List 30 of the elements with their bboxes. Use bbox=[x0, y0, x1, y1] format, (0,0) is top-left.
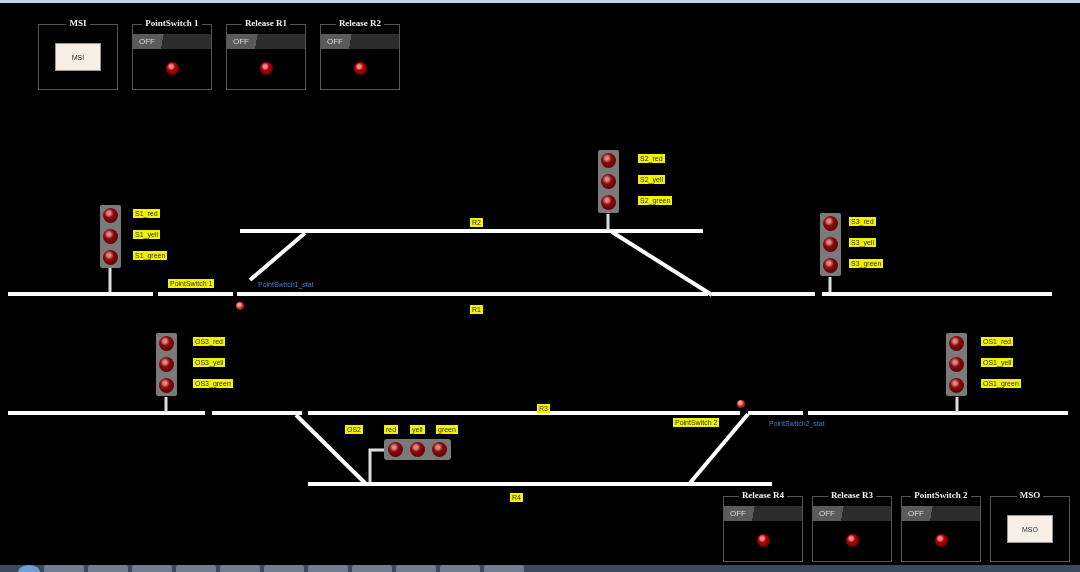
signal-post bbox=[164, 397, 168, 412]
panel-title: Release R2 bbox=[335, 18, 385, 28]
taskbar-button[interactable] bbox=[88, 565, 128, 572]
toggle-switch[interactable]: OFF bbox=[813, 506, 891, 521]
taskbar-button[interactable] bbox=[484, 565, 524, 572]
signal-post bbox=[108, 268, 112, 293]
taskbar-button[interactable] bbox=[308, 565, 348, 572]
panel-title: Release R4 bbox=[738, 490, 788, 500]
taskbar-button[interactable] bbox=[176, 565, 216, 572]
panel-title: MSI bbox=[66, 18, 90, 28]
toggle-switch[interactable]: OFF bbox=[227, 34, 305, 49]
toggle-switch[interactable]: OFF bbox=[902, 506, 980, 521]
toggle-switch[interactable]: OFF bbox=[321, 34, 399, 49]
signal-post bbox=[828, 277, 832, 293]
toggle-switch[interactable]: OFF bbox=[724, 506, 802, 521]
signal-post bbox=[955, 397, 959, 412]
panel-title: Release R1 bbox=[241, 18, 291, 28]
panel-title: Release R3 bbox=[827, 490, 877, 500]
signal-post bbox=[606, 214, 610, 230]
taskbar-button[interactable] bbox=[132, 565, 172, 572]
taskbar-button[interactable] bbox=[396, 565, 436, 572]
panel-title: PointSwitch 1 bbox=[142, 18, 202, 28]
taskbar-button[interactable] bbox=[264, 565, 304, 572]
signal-post bbox=[368, 448, 384, 482]
panel-title: MSO bbox=[1016, 490, 1044, 500]
taskbar-button[interactable] bbox=[440, 565, 480, 572]
toggle-switch[interactable]: OFF bbox=[133, 34, 211, 49]
taskbar-button[interactable] bbox=[220, 565, 260, 572]
panel-title: PointSwitch 2 bbox=[911, 490, 971, 500]
taskbar-button[interactable] bbox=[352, 565, 392, 572]
